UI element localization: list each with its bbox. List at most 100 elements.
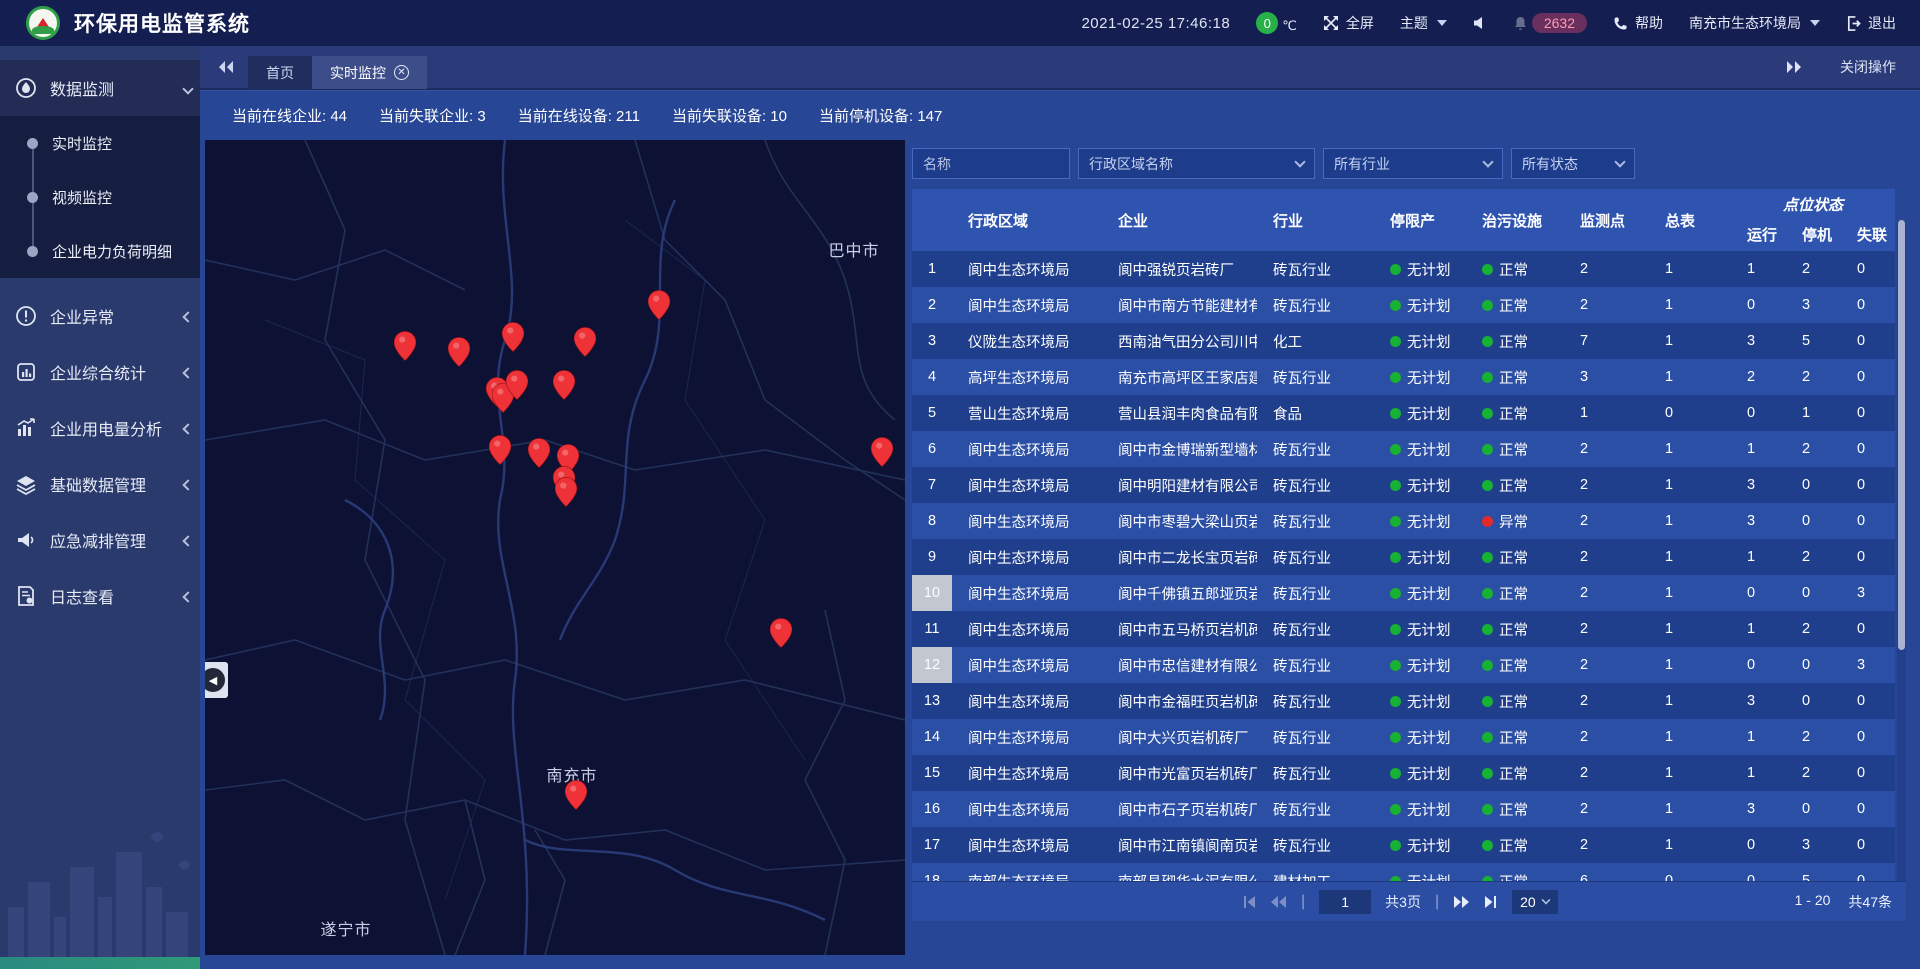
map-pin-icon[interactable]: [871, 437, 893, 467]
cell-industry: 砖瓦行业: [1257, 431, 1374, 467]
first-page-button[interactable]: [1242, 895, 1256, 909]
cell-company: 阆中市南方节能建材有: [1102, 287, 1257, 323]
cell-running: 3: [1731, 503, 1786, 539]
table-row[interactable]: 4高坪生态环境局南充市高坪区王家店建砖瓦行业无计划正常31220: [912, 359, 1895, 395]
map-pin-icon[interactable]: [506, 370, 528, 400]
cell-limit-status: 无计划: [1374, 719, 1466, 755]
map-pin-icon[interactable]: [394, 331, 416, 361]
theme-button[interactable]: 主题: [1400, 13, 1447, 33]
map-pin-icon[interactable]: [489, 435, 511, 465]
table-row[interactable]: 18南部生态环境局南部县砌华水泥有限公建材加工无计划正常60050: [912, 863, 1895, 882]
name-filter-input[interactable]: [923, 156, 1059, 172]
cell-company: 阆中市二龙长宝页岩砖: [1102, 539, 1257, 575]
chevron-down-icon: [1294, 156, 1305, 167]
app-title: 环保用电监管系统: [74, 8, 250, 38]
sidebar-group-企业综合统计[interactable]: 企业综合统计: [0, 344, 200, 400]
help-button[interactable]: 帮助: [1613, 13, 1663, 33]
cell-running: 2: [1731, 359, 1786, 395]
map-panel[interactable]: 巴中市南充市遂宁市 ◀: [205, 140, 905, 955]
table-row[interactable]: 17阆中生态环境局阆中市江南镇阆南页岩砖瓦行业无计划正常21030: [912, 827, 1895, 863]
sidebar-group-数据监测[interactable]: 数据监测: [0, 60, 200, 116]
cell-limit-status: 无计划: [1374, 755, 1466, 791]
next-page-button[interactable]: [1453, 895, 1470, 909]
tab-实时监控[interactable]: 实时监控✕: [312, 56, 427, 89]
map-pin-icon[interactable]: [555, 477, 577, 507]
sidebar-item-企业电力负荷明细[interactable]: 企业电力负荷明细: [0, 224, 200, 278]
sidebar-group-企业异常[interactable]: 企业异常: [0, 288, 200, 344]
cell-limit-status: 无计划: [1374, 395, 1466, 431]
sidebar-group-应急减排管理[interactable]: 应急减排管理: [0, 512, 200, 568]
table-row[interactable]: 2阆中生态环境局阆中市南方节能建材有砖瓦行业无计划正常21030: [912, 287, 1895, 323]
row-number: 10: [912, 575, 952, 611]
logout-button[interactable]: 退出: [1846, 13, 1896, 33]
map-pin-icon[interactable]: [528, 438, 550, 468]
cell-limit-status: 无计划: [1374, 503, 1466, 539]
temperature: 0 ℃: [1256, 12, 1297, 34]
close-operations-button[interactable]: 关闭操作: [1840, 57, 1896, 77]
facility-status-label: 正常: [1499, 583, 1528, 604]
org-menu-button[interactable]: 南充市生态环境局: [1689, 13, 1820, 33]
map-pin-icon[interactable]: [648, 290, 670, 320]
table-row[interactable]: 9阆中生态环境局阆中市二龙长宝页岩砖砖瓦行业无计划正常21120: [912, 539, 1895, 575]
sidebar-group-基础数据管理[interactable]: 基础数据管理: [0, 456, 200, 512]
map-pin-icon[interactable]: [502, 322, 524, 352]
tab-scroll-left-button[interactable]: [218, 60, 234, 74]
table-row[interactable]: 13阆中生态环境局阆中市金福旺页岩机砖砖瓦行业无计划正常21300: [912, 683, 1895, 719]
fullscreen-label: 全屏: [1346, 13, 1374, 33]
mute-button[interactable]: [1473, 16, 1487, 30]
double-chevron-right-icon[interactable]: [1786, 60, 1802, 74]
prev-page-button[interactable]: [1270, 895, 1287, 909]
page-number-input[interactable]: 1: [1319, 890, 1371, 914]
table-row[interactable]: 6阆中生态环境局阆中市金博瑞新型墙材砖瓦行业无计划正常21120: [912, 431, 1895, 467]
fullscreen-button[interactable]: 全屏: [1323, 13, 1374, 33]
table-row[interactable]: 12阆中生态环境局阆中市忠信建材有限公砖瓦行业无计划正常21003: [912, 647, 1895, 683]
sidebar-group-企业用电量分析[interactable]: 企业用电量分析: [0, 400, 200, 456]
map-pin-icon[interactable]: [448, 337, 470, 367]
table-row[interactable]: 7阆中生态环境局阆中明阳建材有限公司砖瓦行业无计划正常21300: [912, 467, 1895, 503]
table-row[interactable]: 15阆中生态环境局阆中市光富页岩机砖厂砖瓦行业无计划正常21120: [912, 755, 1895, 791]
notifications[interactable]: 2632: [1513, 13, 1587, 33]
facility-status-label: 正常: [1499, 403, 1528, 424]
name-filter-field[interactable]: [912, 148, 1070, 179]
cell-facility-status: 正常: [1466, 431, 1564, 467]
status-filter-select[interactable]: 所有状态: [1511, 148, 1635, 179]
table-row[interactable]: 14阆中生态环境局阆中大兴页岩机砖厂砖瓦行业无计划正常21120: [912, 719, 1895, 755]
cell-region: 阆中生态环境局: [952, 539, 1102, 575]
cell-offline: 0: [1841, 287, 1895, 323]
cell-company: 阆中强锐页岩砖厂: [1102, 251, 1257, 287]
region-filter-select[interactable]: 行政区域名称: [1078, 148, 1315, 179]
limit-status-label: 无计划: [1407, 439, 1451, 460]
map-collapse-button[interactable]: ◀: [205, 662, 228, 698]
cell-industry: 砖瓦行业: [1257, 719, 1374, 755]
table-row[interactable]: 3仪陇生态环境局西南油气田分公司川中化工无计划正常71350: [912, 323, 1895, 359]
cell-points: 2: [1564, 575, 1649, 611]
sidebar-item-视频监控[interactable]: 视频监控: [0, 170, 200, 224]
map-pin-icon[interactable]: [770, 618, 792, 648]
sidebar-group-日志查看[interactable]: 日志查看: [0, 568, 200, 624]
industry-filter-select[interactable]: 所有行业: [1323, 148, 1503, 179]
pagination-divider: |: [1435, 893, 1439, 911]
cell-region: 阆中生态环境局: [952, 611, 1102, 647]
table-row[interactable]: 5营山生态环境局营山县润丰肉食品有限食品无计划正常10010: [912, 395, 1895, 431]
last-page-button[interactable]: [1484, 895, 1498, 909]
sidebar-item-实时监控[interactable]: 实时监控: [0, 116, 200, 170]
table-row[interactable]: 8阆中生态环境局阆中市枣碧大梁山页岩砖瓦行业无计划异常21300: [912, 503, 1895, 539]
tab-close-icon[interactable]: ✕: [394, 65, 409, 80]
map-pin-icon[interactable]: [553, 370, 575, 400]
prev-page-icon: [1270, 895, 1287, 909]
cell-running: 0: [1731, 863, 1786, 882]
map-pin-icon[interactable]: [565, 780, 587, 810]
cell-offline: 0: [1841, 503, 1895, 539]
table-row[interactable]: 10阆中生态环境局阆中千佛镇五郎垭页岩砖瓦行业无计划正常21003: [912, 575, 1895, 611]
row-number: 9: [912, 539, 952, 575]
map-pin-icon[interactable]: [574, 327, 596, 357]
table-row[interactable]: 1阆中生态环境局阆中强锐页岩砖厂砖瓦行业无计划正常21120: [912, 251, 1895, 287]
table-row[interactable]: 11阆中生态环境局阆中市五马桥页岩机砖砖瓦行业无计划正常21120: [912, 611, 1895, 647]
table-scrollbar[interactable]: [1897, 220, 1906, 921]
cell-stopped: 5: [1786, 323, 1841, 359]
org-label: 南充市生态环境局: [1689, 13, 1801, 33]
tab-首页[interactable]: 首页: [248, 56, 312, 89]
page-size-select[interactable]: 20: [1512, 890, 1558, 914]
table-row[interactable]: 16阆中生态环境局阆中市石子页岩机砖厂砖瓦行业无计划正常21300: [912, 791, 1895, 827]
scrollbar-thumb[interactable]: [1898, 220, 1905, 650]
